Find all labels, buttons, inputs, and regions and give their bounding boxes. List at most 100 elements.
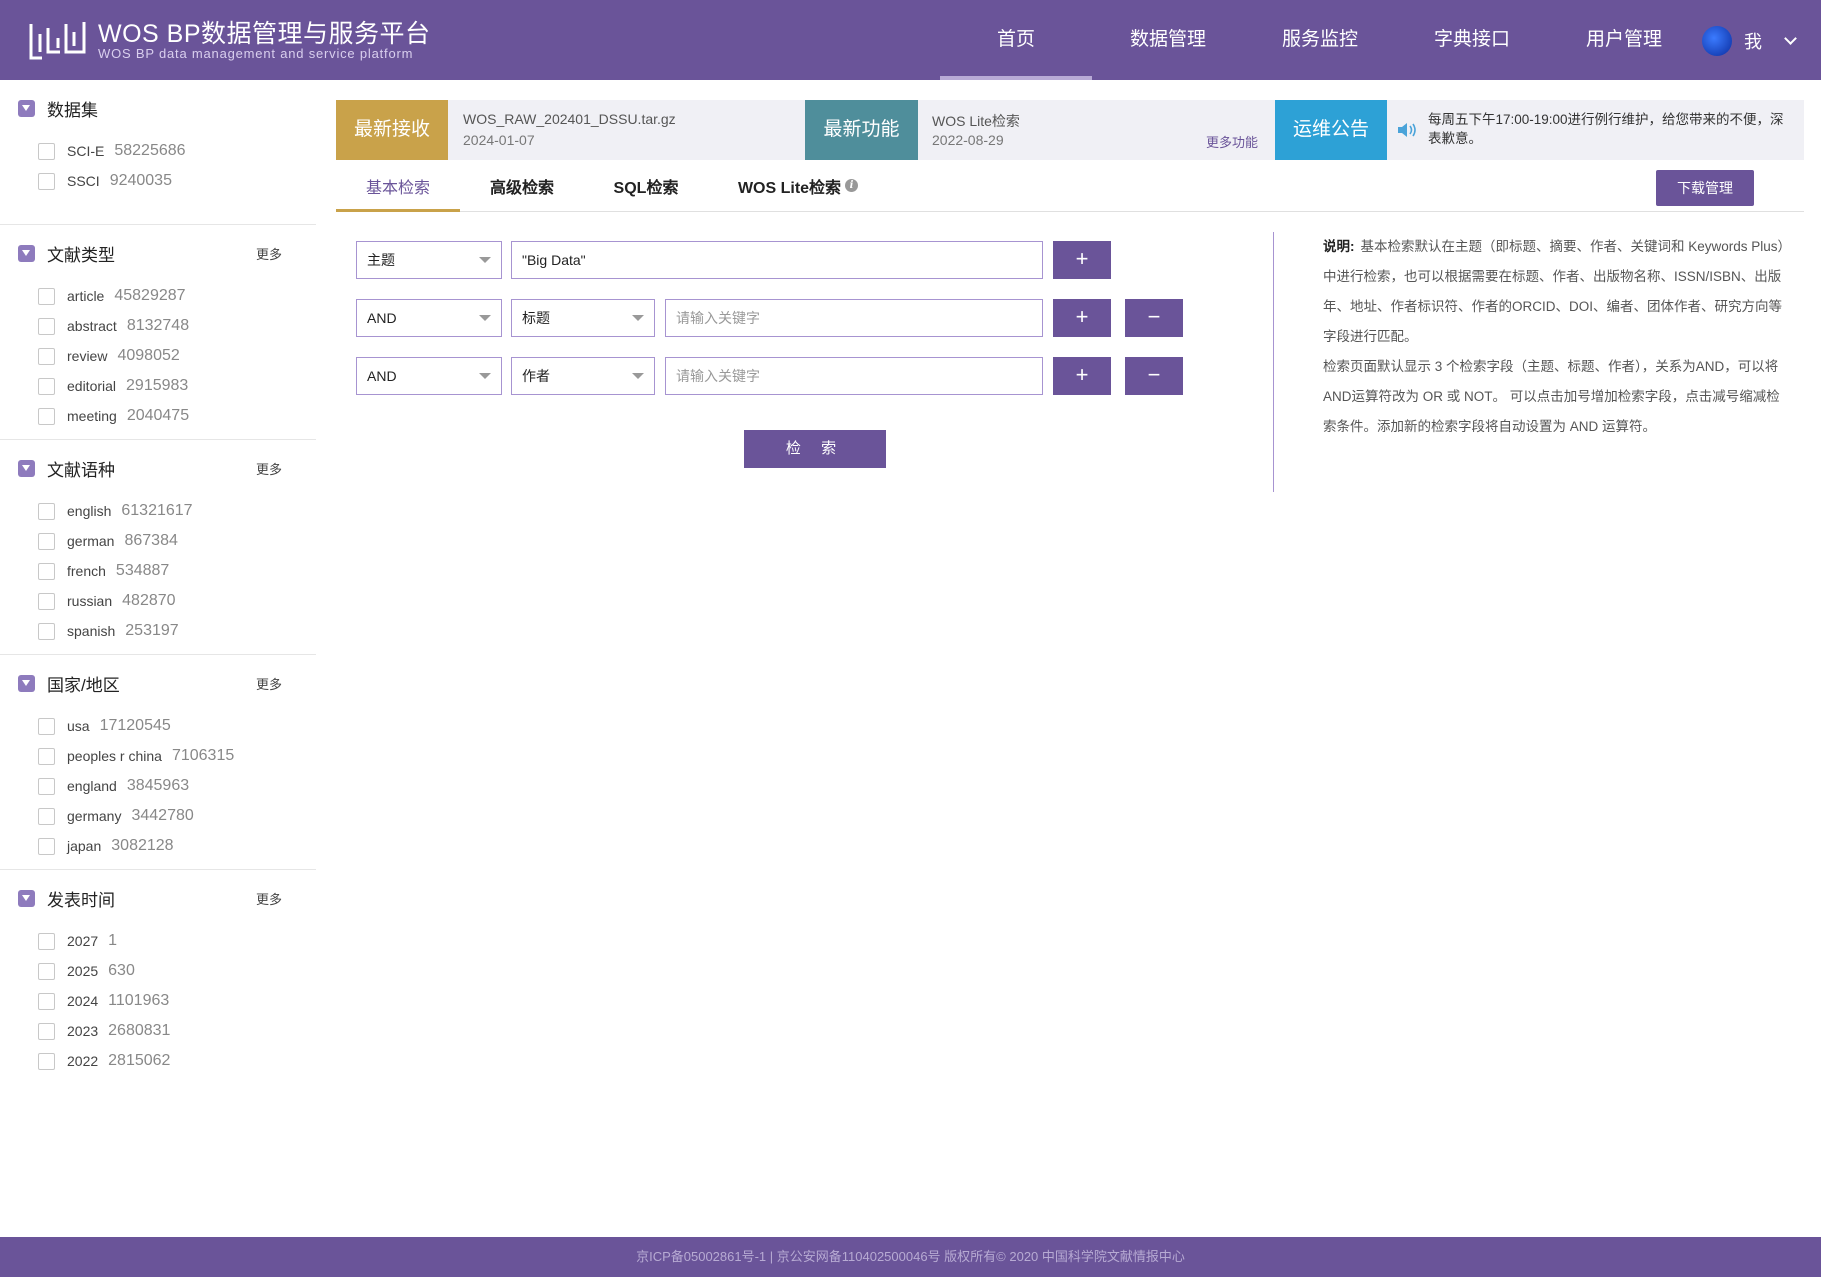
more-link[interactable]: 更多 [256,674,282,693]
add-row-button[interactable]: + [1053,241,1111,279]
search-input[interactable] [665,357,1043,395]
field-select[interactable]: 主题 [356,241,502,279]
facet-item[interactable]: 2025 630 [0,956,316,986]
facet-item-name: 2024 [67,993,99,1009]
facet-item[interactable]: 2022 2815062 [0,1046,316,1076]
add-row-button[interactable]: + [1053,357,1111,395]
collapse-toggle-icon[interactable] [18,674,35,692]
facet-publish-year: 发表时间 更多 2027 1 2025 630 2024 1101963 2023 26… [0,870,316,1084]
facet-item[interactable]: 2023 2680831 [0,1016,316,1046]
help-text-1: 基本检索默认在主题（即标题、摘要、作者、关键词和 Keywords Plus）中… [1323,239,1785,344]
checkbox[interactable] [38,287,55,305]
facet-item[interactable]: SSCI 9240035 [0,166,316,196]
latest-receive-file[interactable]: WOS_RAW_202401_DSSU.tar.gz [463,111,676,127]
nav-home[interactable]: 首页 [940,0,1092,80]
nav-data-management[interactable]: 数据管理 [1092,0,1244,80]
checkbox[interactable] [38,1022,55,1040]
checkbox[interactable] [38,837,55,855]
facet-item[interactable]: SCI-E 58225686 [0,136,316,166]
search-input[interactable] [665,299,1043,337]
latest-feature-name[interactable]: WOS Lite检索 [932,111,1020,131]
download-management-button[interactable]: 下载管理 [1656,170,1754,206]
checkbox[interactable] [38,962,55,980]
collapse-toggle-icon[interactable] [18,889,35,907]
facet-item[interactable]: russian 482870 [0,586,316,616]
facet-item[interactable]: 2027 1 [0,926,316,956]
checkbox[interactable] [38,592,55,610]
field-select[interactable]: 标题 [511,299,655,337]
checkbox[interactable] [38,142,55,160]
search-input[interactable] [511,241,1043,279]
facet-item[interactable]: japan 3082128 [0,831,316,861]
tab-advanced-search[interactable]: 高级检索 [460,168,584,212]
more-link[interactable]: 更多 [256,244,282,263]
facet-item[interactable]: french 534887 [0,556,316,586]
search-submit-button[interactable]: 检 索 [744,430,886,468]
facet-item[interactable]: spanish 253197 [0,616,316,646]
operator-select[interactable]: AND [356,299,502,337]
facet-country: 国家/地区 更多 usa 17120545 peoples r china 7106… [0,655,316,870]
collapse-toggle-icon[interactable] [18,459,35,477]
checkbox[interactable] [38,562,55,580]
tab-wos-lite-search[interactable]: WOS Lite检索 i [728,168,868,212]
checkbox[interactable] [38,747,55,765]
checkbox[interactable] [38,1052,55,1070]
facet-item-count: 867384 [124,532,178,549]
checkbox[interactable] [38,407,55,425]
facet-item[interactable]: german 867384 [0,526,316,556]
facet-item[interactable]: usa 17120545 [0,711,316,741]
facet-item[interactable]: germany 3442780 [0,801,316,831]
facet-item[interactable]: 2024 1101963 [0,986,316,1016]
collapse-toggle-icon[interactable] [18,244,35,262]
facet-item[interactable]: england 3845963 [0,771,316,801]
notice-label: 运维公告 [1275,100,1387,160]
latest-feature-date: 2022-08-29 [932,132,1004,148]
search-tabs: 基本检索 高级检索 SQL检索 WOS Lite检索 i [336,168,1804,212]
collapse-toggle-icon[interactable] [18,99,35,117]
tab-sql-search[interactable]: SQL检索 [584,168,708,212]
nav-user-management[interactable]: 用户管理 [1548,0,1700,80]
checkbox[interactable] [38,347,55,365]
field-select[interactable]: 作者 [511,357,655,395]
facet-item-count: 4098052 [117,347,180,364]
facet-item[interactable]: editorial 2915983 [0,371,316,401]
field-select-value: 标题 [522,310,550,326]
tab-basic-search[interactable]: 基本检索 [336,168,460,212]
facet-item[interactable]: abstract 8132748 [0,311,316,341]
info-icon[interactable]: i [845,179,859,192]
checkbox[interactable] [38,532,55,550]
facet-item[interactable]: peoples r china 7106315 [0,741,316,771]
facet-item[interactable]: english 61321617 [0,496,316,526]
checkbox[interactable] [38,777,55,795]
facet-item[interactable]: meeting 2040475 [0,401,316,431]
facet-item-count: 3082128 [111,837,174,854]
nav-dictionary-api[interactable]: 字典接口 [1396,0,1548,80]
divider [1273,232,1274,492]
checkbox[interactable] [38,992,55,1010]
remove-row-button[interactable]: − [1125,357,1183,395]
more-link[interactable]: 更多 [256,459,282,478]
checkbox[interactable] [38,717,55,735]
checkbox[interactable] [38,317,55,335]
checkbox[interactable] [38,932,55,950]
facet-item-name: peoples r china [67,748,162,764]
checkbox[interactable] [38,377,55,395]
checkbox[interactable] [38,622,55,640]
add-row-button[interactable]: + [1053,299,1111,337]
checkbox[interactable] [38,807,55,825]
facet-item-count: 534887 [115,562,170,579]
facet-item[interactable]: article 45829287 [0,281,316,311]
more-link[interactable]: 更多 [256,889,282,908]
facet-header[interactable]: 数据集 [0,80,316,136]
chevron-down-icon [479,257,491,263]
more-features-link[interactable]: 更多功能 [1206,132,1258,151]
remove-row-button[interactable]: − [1125,299,1183,337]
checkbox[interactable] [38,502,55,520]
operator-select[interactable]: AND [356,357,502,395]
chevron-down-icon [632,373,644,379]
user-menu[interactable]: 我 [1702,26,1797,56]
facet-item-count: 17120545 [99,717,171,734]
nav-service-monitor[interactable]: 服务监控 [1244,0,1396,80]
checkbox[interactable] [38,172,55,190]
facet-item[interactable]: review 4098052 [0,341,316,371]
